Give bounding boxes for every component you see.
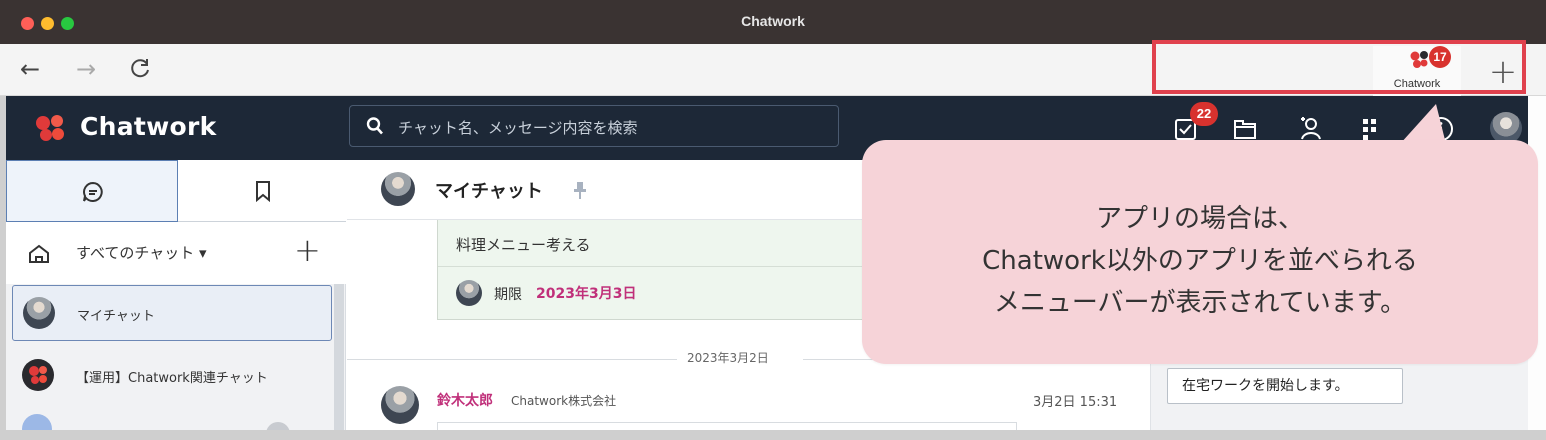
sender-organization: Chatwork株式会社	[511, 394, 617, 408]
sidebar: すべてのチャット ▾ + マイチャット 【運用】Chatwork関連チャット	[6, 160, 346, 440]
menu-bar-highlight	[1152, 40, 1526, 94]
sidebar-scrollbar[interactable]	[334, 284, 344, 430]
search-icon	[366, 117, 383, 135]
assignee-avatar	[456, 280, 482, 306]
pin-icon[interactable]	[573, 180, 587, 200]
divider	[438, 266, 898, 267]
callout-line: Chatwork以外のアプリを並べられる	[982, 246, 1418, 276]
tab-chats[interactable]	[6, 160, 178, 222]
message-timestamp: 3月2日 15:31	[1033, 395, 1118, 410]
task-text: 料理メニュー考える	[456, 236, 591, 254]
home-icon	[29, 244, 49, 263]
room-name: 【運用】Chatwork関連チャット	[76, 371, 268, 386]
window-title: Chatwork	[741, 13, 805, 29]
sender-name[interactable]: 鈴木太郎	[437, 390, 493, 410]
window-frame	[0, 96, 6, 436]
chat-filter-dropdown[interactable]: すべてのチャット ▾	[76, 242, 207, 263]
reload-button[interactable]	[125, 54, 155, 84]
chat-room-item[interactable]: マイチャット	[12, 285, 332, 341]
search-input[interactable]: チャット名、メッセージ内容を検索	[349, 105, 839, 147]
room-avatar	[381, 172, 415, 206]
task-count-badge: 22	[1190, 102, 1218, 126]
forward-button[interactable]: →	[71, 54, 101, 84]
window-frame	[0, 430, 1546, 440]
contact-icon[interactable]	[1298, 116, 1324, 142]
callout-pointer	[1400, 104, 1446, 144]
window-titlebar: Chatwork	[0, 0, 1546, 44]
room-avatar	[22, 359, 54, 391]
room-name: マイチャット	[77, 309, 155, 324]
bookmark-icon	[256, 181, 270, 202]
room-title: マイチャット	[435, 181, 543, 202]
date-separator: 2023年3月2日	[679, 349, 777, 366]
sender-avatar[interactable]	[381, 386, 419, 424]
reload-icon	[131, 59, 149, 78]
chat-filter-row: すべてのチャット ▾ +	[6, 222, 346, 284]
message-body	[437, 422, 1017, 430]
apps-icon[interactable]	[1360, 116, 1386, 142]
chat-bubble-icon	[83, 181, 103, 202]
start-remote-work-button[interactable]: 在宅ワークを開始します。	[1167, 368, 1403, 404]
app-window: Chatwork ← → 17 Chatwork + Chatwork チャット…	[0, 0, 1546, 440]
add-chat-button[interactable]: +	[294, 231, 321, 269]
deadline-label: 期限	[494, 287, 522, 303]
chatwork-logo-icon[interactable]	[34, 113, 68, 143]
room-avatar	[23, 297, 55, 329]
search-placeholder: チャット名、メッセージ内容を検索	[398, 119, 638, 137]
annotation-callout: アプリの場合は、 Chatwork以外のアプリを並べられる メニューバーが表示さ…	[862, 140, 1538, 364]
folder-icon[interactable]	[1232, 116, 1258, 142]
callout-line: メニューバーが表示されています。	[993, 288, 1407, 318]
tab-bookmarks[interactable]	[178, 160, 346, 222]
deadline-date: 2023年3月3日	[536, 286, 637, 302]
task-card: 料理メニュー考える 期限 2023年3月3日	[437, 220, 898, 320]
chat-room-item[interactable]: 【運用】Chatwork関連チャット	[12, 348, 332, 404]
divider	[347, 359, 677, 360]
chatwork-logo-icon	[29, 366, 47, 384]
brand-name[interactable]: Chatwork	[80, 112, 217, 141]
callout-line: アプリの場合は、	[1095, 204, 1304, 234]
back-button[interactable]: ←	[15, 54, 45, 84]
